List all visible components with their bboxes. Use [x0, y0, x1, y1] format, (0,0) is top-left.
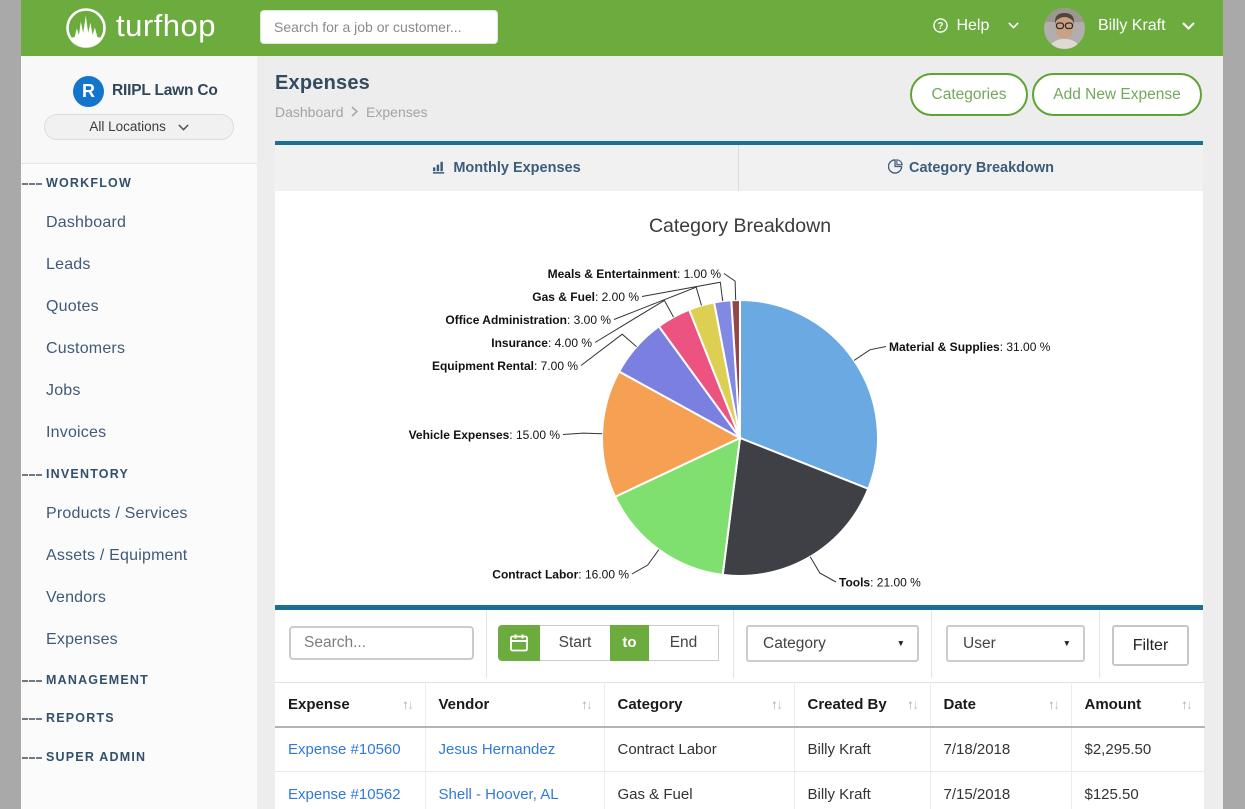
svg-text:?: ?	[937, 20, 943, 31]
svg-text:Office Administration: 3.00 %: Office Administration: 3.00 %	[445, 313, 611, 327]
svg-text:Gas & Fuel: 2.00 %: Gas & Fuel: 2.00 %	[532, 290, 639, 304]
svg-text:Equipment Rental: 7.00 %: Equipment Rental: 7.00 %	[432, 359, 578, 373]
svg-text:Contract Labor: 16.00 %: Contract Labor: 16.00 %	[492, 568, 629, 582]
svg-text:Category Breakdown: Category Breakdown	[649, 215, 831, 237]
svg-text:Tools: 21.00 %: Tools: 21.00 %	[839, 576, 921, 590]
svg-text:Vehicle Expenses: 15.00 %: Vehicle Expenses: 15.00 %	[409, 428, 561, 442]
svg-text:Meals & Entertainment: 1.00 %: Meals & Entertainment: 1.00 %	[548, 267, 722, 281]
svg-text:Insurance: 4.00 %: Insurance: 4.00 %	[491, 336, 592, 350]
svg-text:Material & Supplies: 31.00 %: Material & Supplies: 31.00 %	[889, 340, 1051, 354]
